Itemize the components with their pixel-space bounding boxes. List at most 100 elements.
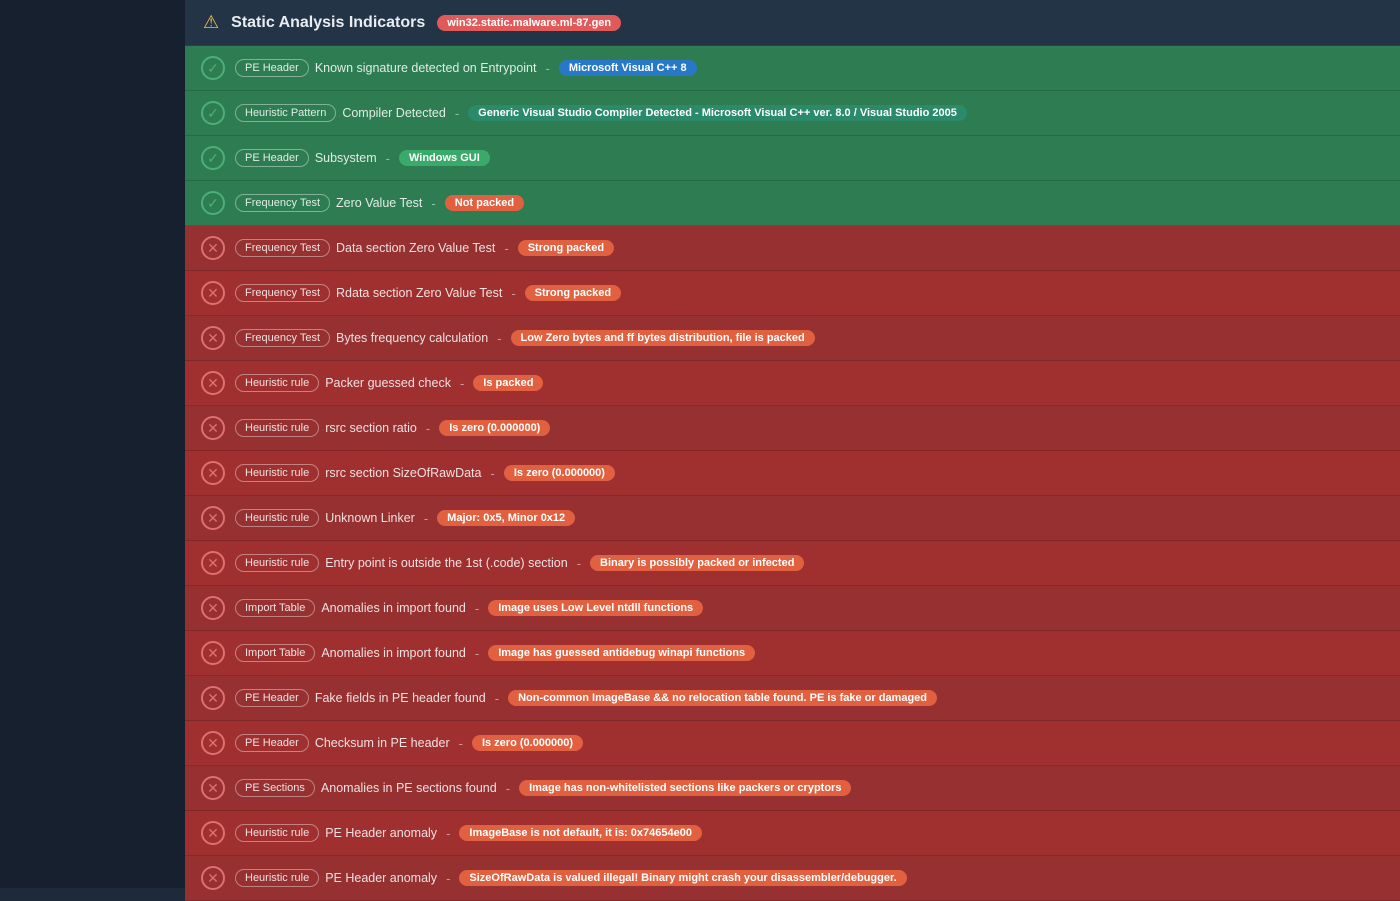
indicators-list: ✓ PE HeaderKnown signature detected on En… — [185, 46, 1400, 901]
row-description: Checksum in PE header — [315, 736, 450, 750]
x-icon: ✕ — [201, 416, 225, 440]
row-separator: - — [459, 736, 463, 751]
row-content: Frequency Test Rdata section Zero Value T… — [235, 284, 1384, 302]
row-separator: - — [446, 826, 450, 841]
row-separator: - — [460, 376, 464, 391]
indicator-row: ✕Heuristic rulePacker guessed check-Is p… — [185, 361, 1400, 406]
page-header: ⚠ Static Analysis Indicators win32.stati… — [185, 0, 1400, 46]
indicator-row: ✕ Heuristic rulePE Header anomaly-ImageBa… — [185, 811, 1400, 856]
row-tag: Heuristic rule — [235, 374, 319, 392]
row-separator: - — [446, 871, 450, 886]
x-icon: ✕ — [201, 236, 225, 260]
indicator-row: ✓Heuristic PatternCompiler Detected-Gene… — [185, 91, 1400, 136]
warning-icon: ⚠ — [203, 12, 219, 33]
row-separator: - — [546, 61, 550, 76]
row-description: Fake fields in PE header found — [315, 691, 486, 705]
x-icon: ✕ — [201, 731, 225, 755]
row-description: rsrc section SizeOfRawData — [325, 466, 481, 480]
row-tag: Heuristic Pattern — [235, 104, 336, 122]
row-value-badge: Non-common ImageBase && no relocation ta… — [508, 690, 937, 706]
row-description: Data section Zero Value Test — [336, 241, 495, 255]
row-content: Frequency TestZero Value Test-Not packed — [235, 194, 1384, 212]
indicator-row: ✕ Frequency Test Data section Zero Value T… — [185, 226, 1400, 271]
page-title: Static Analysis Indicators — [231, 14, 425, 32]
row-tag: PE Header — [235, 149, 309, 167]
row-value-badge: Image has guessed antidebug winapi funct… — [488, 645, 755, 661]
row-tag: Import Table — [235, 599, 315, 617]
row-separator: - — [475, 646, 479, 661]
row-value-badge: Image uses Low Level ntdll functions — [488, 600, 703, 616]
row-content: PE HeaderKnown signature detected on Ent… — [235, 59, 1384, 77]
indicator-row: ✕Heuristic rulersrc section ratio-Is zer… — [185, 406, 1400, 451]
row-value-badge: SizeOfRawData is valued illegal! Binary … — [459, 870, 906, 886]
row-value-badge: Low Zero bytes and ff bytes distribution… — [511, 330, 815, 346]
row-value-badge: Image has non-whitelisted sections like … — [519, 780, 851, 796]
row-content: Heuristic PatternCompiler Detected-Gener… — [235, 104, 1384, 122]
row-tag: PE Sections — [235, 779, 315, 797]
row-tag: Heuristic rule — [235, 554, 319, 572]
row-description: Anomalies in import found — [321, 646, 466, 660]
x-icon: ✕ — [201, 686, 225, 710]
indicator-row: ✕Heuristic ruleEntry point is outside th… — [185, 541, 1400, 586]
indicator-row: ✕ Heuristic rule rsrc section SizeOfRawDat… — [185, 451, 1400, 496]
row-tag: Frequency Test — [235, 284, 330, 302]
check-icon: ✓ — [201, 56, 225, 80]
row-description: Compiler Detected — [342, 106, 446, 120]
row-separator: - — [506, 781, 510, 796]
indicator-row: ✓ PE HeaderKnown signature detected on En… — [185, 46, 1400, 91]
row-value-badge: Windows GUI — [399, 150, 490, 166]
row-description: Subsystem — [315, 151, 377, 165]
row-description: Unknown Linker — [325, 511, 415, 525]
indicator-row: ✕ PE Sections Anomalies in PE sections fou… — [185, 766, 1400, 811]
row-tag: Frequency Test — [235, 194, 330, 212]
row-content: Frequency Test Data section Zero Value Te… — [235, 239, 1384, 257]
row-separator: - — [431, 196, 435, 211]
row-separator: - — [495, 691, 499, 706]
row-content: Heuristic rulePE Header anomaly-ImageBas… — [235, 824, 1384, 842]
row-content: Heuristic rulePE Header anomaly-SizeOfRa… — [235, 869, 1384, 887]
row-tag: Heuristic rule — [235, 419, 319, 437]
x-icon: ✕ — [201, 371, 225, 395]
indicator-row: ✕Import TableAnomalies in import found-I… — [185, 631, 1400, 676]
row-description: Entry point is outside the 1st (.code) s… — [325, 556, 568, 570]
row-tag: Heuristic rule — [235, 464, 319, 482]
row-value-badge: Not packed — [445, 195, 524, 211]
indicator-row: ✓ PE Header Subsystem-Windows GUI — [185, 136, 1400, 181]
check-icon: ✓ — [201, 146, 225, 170]
sidebar — [0, 0, 185, 888]
row-separator: - — [497, 331, 501, 346]
row-value-badge: Microsoft Visual C++ 8 — [559, 60, 697, 76]
x-icon: ✕ — [201, 281, 225, 305]
x-icon: ✕ — [201, 866, 225, 890]
row-tag: Heuristic rule — [235, 824, 319, 842]
row-separator: - — [386, 151, 390, 166]
row-separator: - — [424, 511, 428, 526]
row-description: Bytes frequency calculation — [336, 331, 488, 345]
row-tag: Frequency Test — [235, 329, 330, 347]
row-content: Import TableAnomalies in import found-Im… — [235, 599, 1384, 617]
row-value-badge: Is packed — [473, 375, 543, 391]
row-value-badge: Binary is possibly packed or infected — [590, 555, 804, 571]
row-value-badge: Strong packed — [525, 285, 621, 301]
row-tag: Heuristic rule — [235, 509, 319, 527]
indicator-row: ✓Frequency TestZero Value Test-Not packe… — [185, 181, 1400, 226]
row-separator: - — [504, 241, 508, 256]
x-icon: ✕ — [201, 461, 225, 485]
x-icon: ✕ — [201, 596, 225, 620]
row-content: Heuristic ruleUnknown Linker-Major: 0x5,… — [235, 509, 1384, 527]
x-icon: ✕ — [201, 776, 225, 800]
x-icon: ✕ — [201, 326, 225, 350]
row-content: Frequency Test Bytes frequency calculatio… — [235, 329, 1384, 347]
check-icon: ✓ — [201, 101, 225, 125]
row-separator: - — [511, 286, 515, 301]
x-icon: ✕ — [201, 506, 225, 530]
x-icon: ✕ — [201, 641, 225, 665]
indicator-row: ✕ Frequency Test Rdata section Zero Value … — [185, 271, 1400, 316]
row-description: Anomalies in PE sections found — [321, 781, 497, 795]
x-icon: ✕ — [201, 821, 225, 845]
row-tag: Frequency Test — [235, 239, 330, 257]
malware-badge: win32.static.malware.ml-87.gen — [437, 15, 621, 31]
row-description: rsrc section ratio — [325, 421, 417, 435]
row-tag: PE Header — [235, 689, 309, 707]
row-description: Rdata section Zero Value Test — [336, 286, 502, 300]
